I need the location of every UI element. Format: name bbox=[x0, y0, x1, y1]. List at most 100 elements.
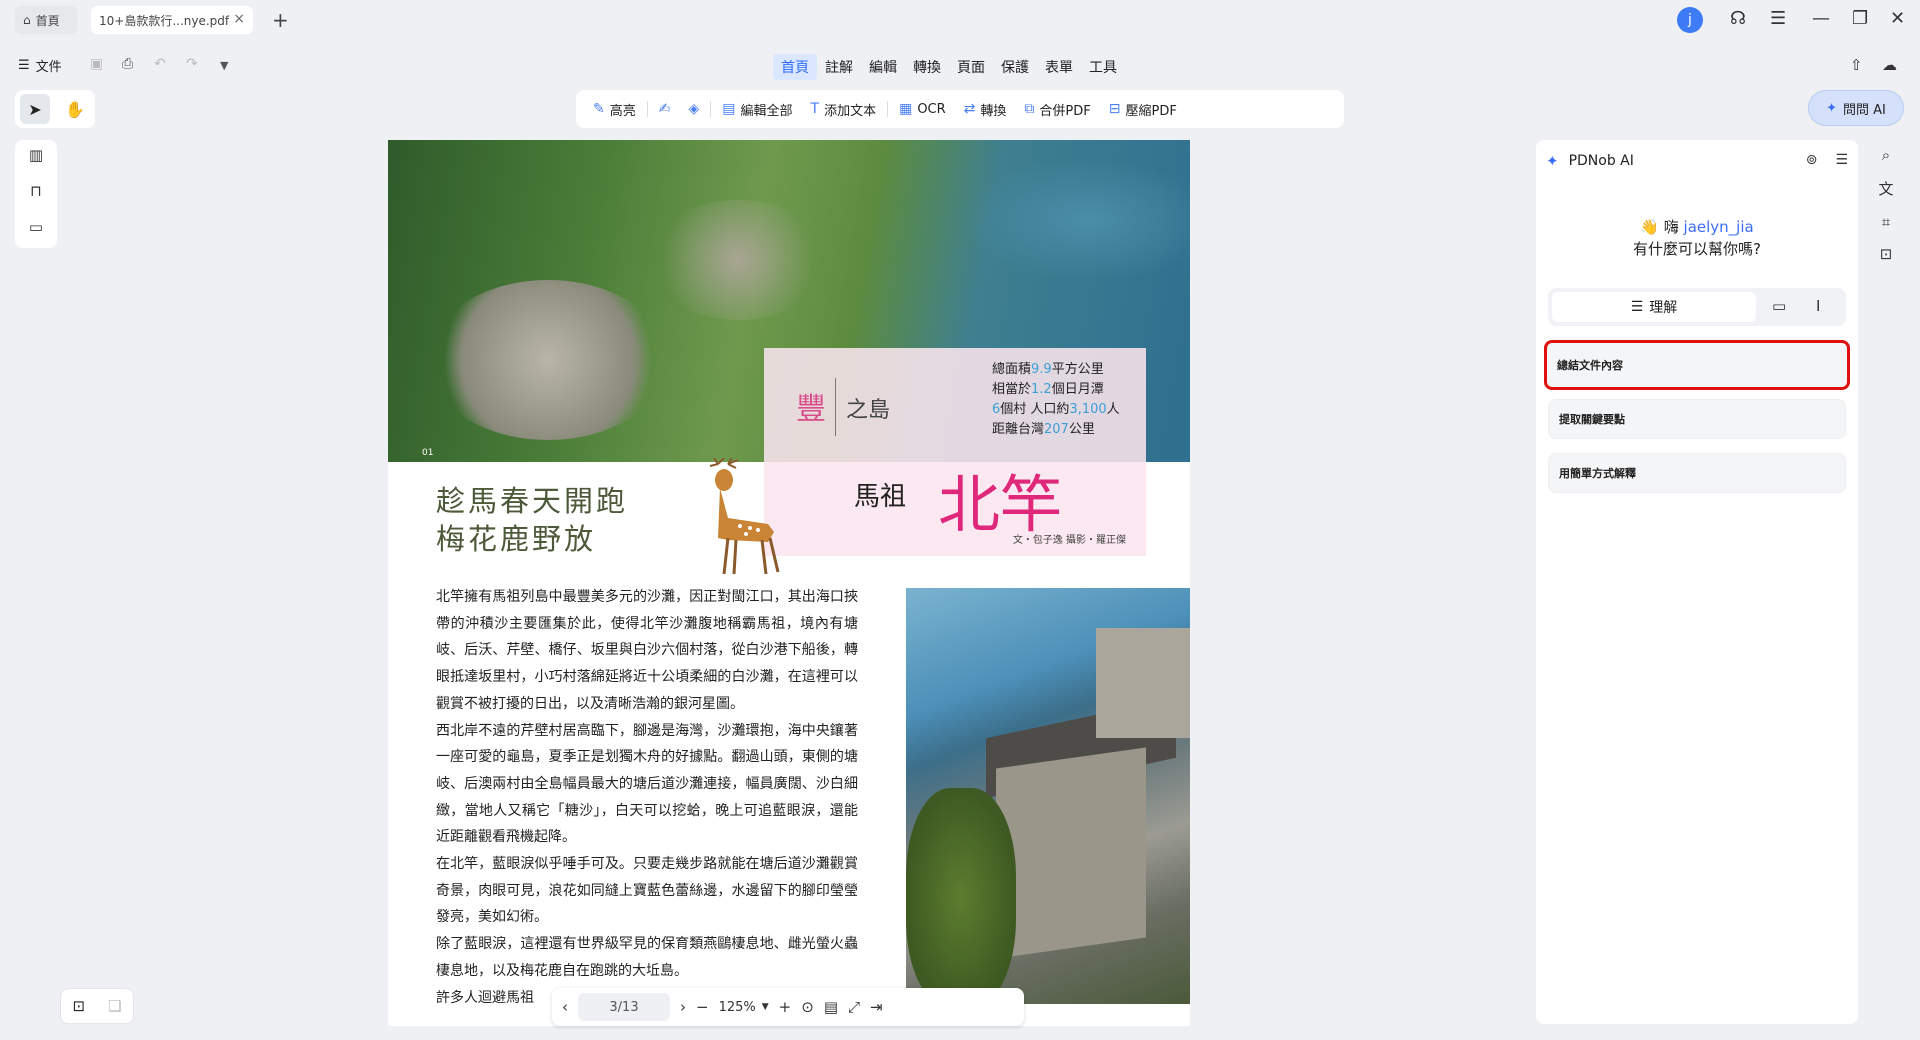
tab-document[interactable]: 10+島款款行...nye.pdf × bbox=[91, 6, 253, 34]
redo-icon[interactable]: ↷ bbox=[186, 56, 198, 72]
highlight-button[interactable]: ✎ 高亮 bbox=[586, 100, 643, 119]
divider bbox=[646, 101, 648, 117]
translate-icon[interactable]: 文 bbox=[1878, 178, 1893, 199]
right-rail: ⌕ 文 ⌗ ⊡ bbox=[1866, 142, 1906, 288]
convert-icon: ⇄ bbox=[963, 101, 976, 117]
credit-line: 文・包子逸 攝影・羅正傑 bbox=[1012, 535, 1126, 546]
ocr-button[interactable]: ▦ OCR bbox=[892, 101, 953, 117]
fullscreen-icon[interactable]: ⤢ bbox=[848, 998, 860, 1016]
edit-document-icon: ▤ bbox=[722, 101, 736, 117]
tab-write-icon[interactable]: I bbox=[1816, 297, 1820, 315]
add-text-button[interactable]: T 添加文本 bbox=[804, 100, 884, 119]
edit-all-button[interactable]: ▤ 編輯全部 bbox=[715, 100, 799, 119]
menu-page[interactable]: 頁面 bbox=[949, 54, 993, 80]
select-cursor-icon[interactable]: ➤ bbox=[20, 94, 50, 124]
menu-home[interactable]: 首頁 bbox=[773, 54, 817, 80]
save-icon[interactable]: ▣ bbox=[90, 56, 103, 72]
ai-greeting: 👋 嗨 jaelyn_jia 有什麼可以幫你嗎? bbox=[1633, 218, 1761, 258]
user-avatar[interactable]: j bbox=[1677, 7, 1703, 33]
hand-tool-icon[interactable]: ✋ bbox=[60, 94, 90, 124]
island-facts: 總面積9.9平方公里 相當於1.2個日月潭 6個村 人口約3,100人 距離台灣… bbox=[992, 360, 1120, 440]
divider bbox=[710, 101, 712, 117]
explain-simply-option[interactable]: 用簡單方式解釋 bbox=[1548, 453, 1846, 493]
home-toolbar: ✎ 高亮 ✍ ◈ ▤ 編輯全部 T 添加文本 ▦ OCR ⇄ 轉換 ⧉ 合併PD… bbox=[576, 90, 1344, 128]
menu-protect[interactable]: 保護 bbox=[993, 54, 1037, 80]
minimize-icon[interactable]: — bbox=[1812, 8, 1830, 29]
convert-button[interactable]: ⇄ 轉換 bbox=[957, 100, 1014, 119]
fact-lake: 相當於1.2個日月潭 bbox=[992, 382, 1104, 397]
comment-icon[interactable]: ▭ bbox=[29, 218, 43, 240]
search-icon[interactable]: ⌕ bbox=[1882, 146, 1890, 164]
hamburger-icon[interactable]: ☰ bbox=[1770, 8, 1786, 29]
bottom-left-tools: ⊡ ❏ bbox=[60, 988, 134, 1024]
wave-icon: 👋 bbox=[1640, 218, 1659, 236]
ai-logo-icon: ✦ bbox=[1546, 152, 1559, 170]
menu-form[interactable]: 表單 bbox=[1037, 54, 1081, 80]
scan-icon[interactable]: ⌗ bbox=[1882, 213, 1890, 231]
page-view-icon[interactable]: ▤ bbox=[824, 998, 838, 1016]
chevron-down-icon[interactable]: ▼ bbox=[220, 59, 228, 72]
ai-panel: ✦ PDNob AI ⊚ ☰ 👋 嗨 jaelyn_jia 有什麼可以幫你嗎? … bbox=[1536, 140, 1858, 1024]
headset-icon[interactable]: ☊ bbox=[1730, 8, 1746, 29]
eraser-icon: ◈ bbox=[688, 101, 700, 117]
menu-convert[interactable]: 轉換 bbox=[905, 54, 949, 80]
list-icon: ☰ bbox=[1630, 299, 1644, 315]
ask-ai-button[interactable]: ✦ 問問 AI bbox=[1808, 90, 1904, 126]
home-icon: ⌂ bbox=[23, 13, 31, 27]
left-rail: ▥ ⊓ ▭ bbox=[15, 140, 57, 248]
underline-button[interactable]: ✍ bbox=[652, 101, 678, 117]
compress-icon: ⊟ bbox=[1108, 101, 1121, 117]
menu-tools[interactable]: 工具 bbox=[1081, 54, 1125, 80]
chevron-down-icon: ▼ bbox=[761, 1002, 769, 1012]
cloud-upload-icon[interactable]: ☁ bbox=[1882, 56, 1897, 74]
page-number-input[interactable]: 3/13 bbox=[578, 993, 670, 1021]
article-body: 北竿擁有馬祖列島中最豐美多元的沙灘，因正對閩江口，其出海口挾帶的沖積沙主要匯集於… bbox=[436, 589, 858, 1006]
share-icon[interactable]: ⇧ bbox=[1850, 56, 1863, 74]
ocr-scan-icon[interactable]: ⊡ bbox=[1880, 245, 1893, 263]
tab-chat-icon[interactable]: ▭ bbox=[1772, 297, 1786, 315]
zoom-in-icon[interactable]: + bbox=[779, 998, 792, 1016]
extract-key-points-option[interactable]: 提取關鍵要點 bbox=[1548, 399, 1846, 439]
restore-icon[interactable]: ❐ bbox=[1852, 8, 1868, 29]
bookmark-icon[interactable]: ⊓ bbox=[30, 182, 42, 204]
copy-icon[interactable]: ❏ bbox=[108, 997, 121, 1015]
summarize-document-option[interactable]: 總結文件內容 bbox=[1544, 340, 1850, 390]
pdf-page: 01 豐 之島 總面積9.9平方公里 相當於1.2個日月潭 6個村 人口約3,1… bbox=[388, 140, 1190, 1026]
tab-home[interactable]: ⌂ 首頁 bbox=[15, 6, 77, 34]
tab-bar: ⌂ 首頁 10+島款款行...nye.pdf × + j ☊ ☰ — ❐ ✕ bbox=[0, 0, 1920, 40]
compress-pdf-button[interactable]: ⊟ 壓縮PDF bbox=[1102, 100, 1184, 119]
ai-mode-tabs: ☰ 理解 ▭ I bbox=[1548, 288, 1846, 326]
next-page-icon[interactable]: › bbox=[680, 998, 686, 1016]
deer-illustration bbox=[709, 458, 780, 575]
settings-icon[interactable]: ⊚ bbox=[1806, 152, 1818, 168]
collapse-panel-icon[interactable]: ☰ bbox=[1835, 152, 1848, 168]
merge-pdf-button[interactable]: ⧉ 合併PDF bbox=[1017, 100, 1097, 119]
ocr-icon: ▦ bbox=[899, 101, 913, 117]
bookmark-add-icon[interactable]: ⊡ bbox=[72, 997, 85, 1015]
print-icon[interactable]: ⎙ bbox=[122, 56, 133, 72]
undo-icon[interactable]: ↶ bbox=[154, 56, 166, 72]
menu-annotate[interactable]: 註解 bbox=[817, 54, 861, 80]
thumbnails-icon[interactable]: ▥ bbox=[29, 146, 43, 168]
merge-icon: ⧉ bbox=[1024, 101, 1035, 117]
text-icon: T bbox=[810, 101, 820, 117]
eraser-button[interactable]: ◈ bbox=[681, 101, 706, 117]
hamburger-icon: ☰ bbox=[18, 58, 30, 73]
fit-page-icon[interactable]: ⊙ bbox=[801, 998, 814, 1016]
menu-edit[interactable]: 編輯 bbox=[861, 54, 905, 80]
title-small: 馬祖 bbox=[854, 482, 907, 512]
close-icon[interactable]: ✕ bbox=[1890, 8, 1905, 29]
underline-icon: ✍ bbox=[658, 101, 671, 117]
tab-close-icon[interactable]: × bbox=[233, 11, 245, 27]
fact-population: 6個村 人口約3,100人 bbox=[992, 402, 1120, 417]
new-tab-button[interactable]: + bbox=[272, 8, 289, 32]
zoom-out-icon[interactable]: − bbox=[696, 998, 709, 1016]
file-menu[interactable]: ☰ 文件 bbox=[18, 56, 62, 75]
tab-understand[interactable]: ☰ 理解 bbox=[1552, 292, 1756, 322]
exit-icon[interactable]: ⇥ bbox=[870, 998, 883, 1016]
title-box: 馬祖 北竿 文・包子逸 攝影・羅正傑 bbox=[764, 462, 1146, 556]
stone-houses-photo bbox=[906, 588, 1190, 1004]
zoom-select[interactable]: 125% ▼ bbox=[719, 1000, 769, 1015]
prev-page-icon[interactable]: ‹ bbox=[562, 998, 568, 1016]
feng-char: 豐 bbox=[796, 392, 826, 427]
